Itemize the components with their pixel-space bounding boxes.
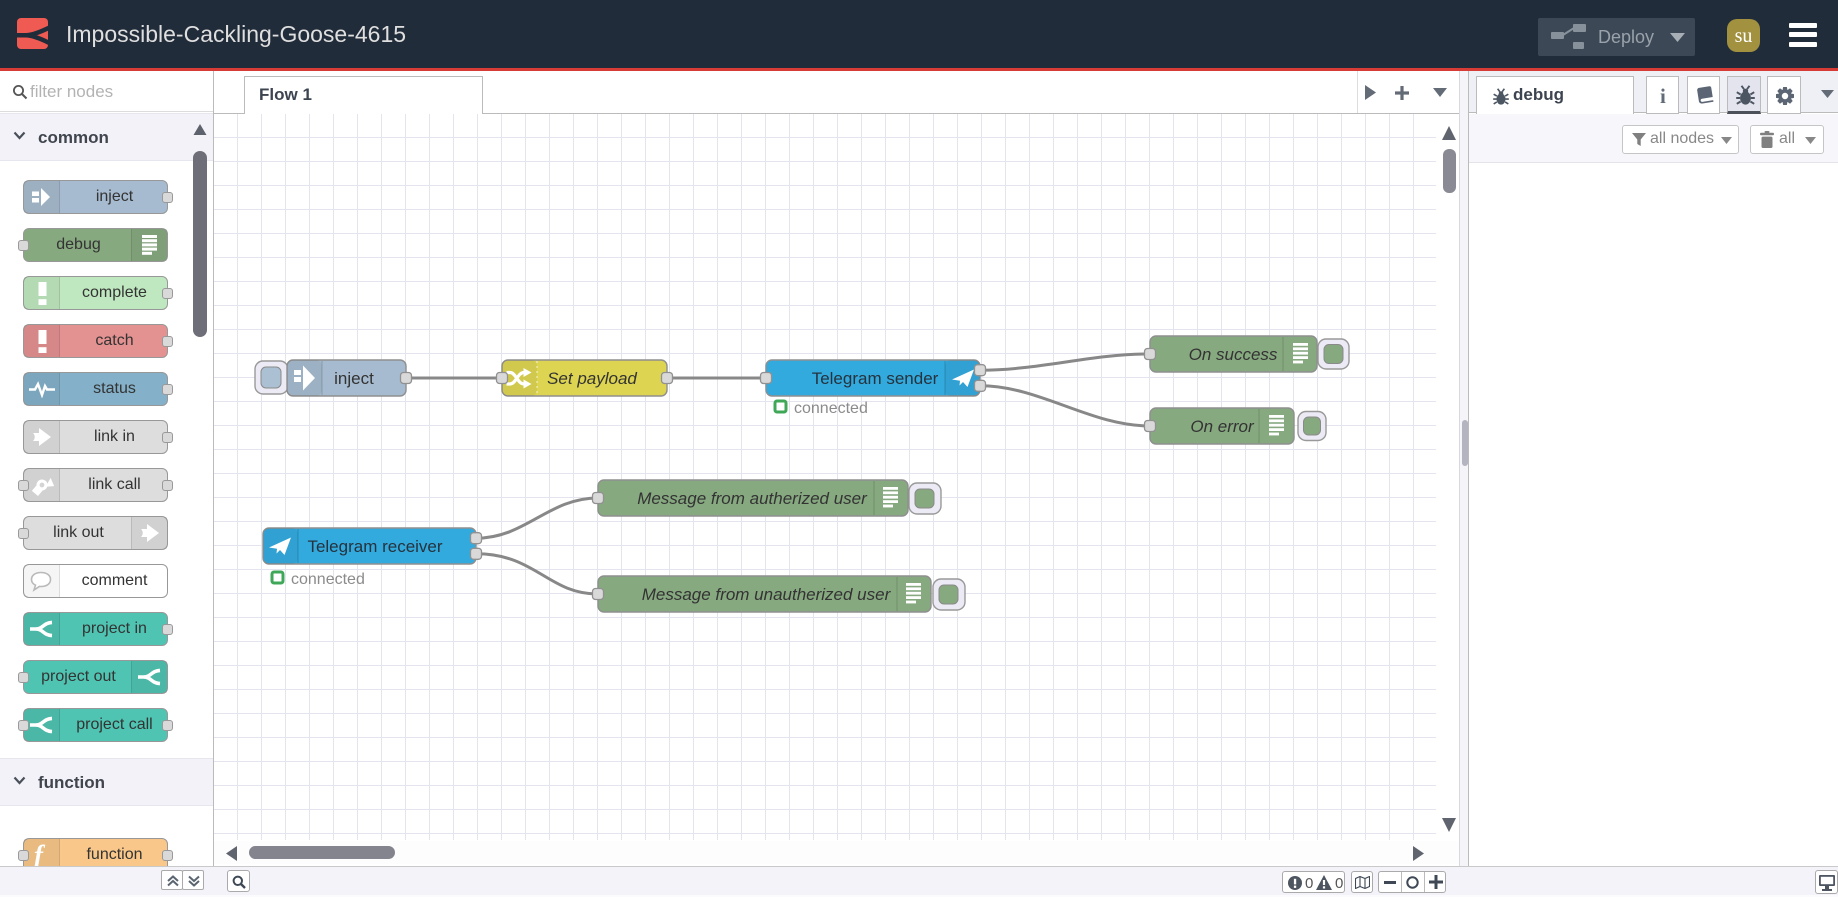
- svg-text:On error: On error: [1190, 417, 1255, 436]
- svg-text:connected: connected: [291, 571, 365, 588]
- svg-text:Set payload: Set payload: [547, 369, 637, 388]
- svg-text:inject: inject: [334, 369, 374, 388]
- svg-text:Message from unautherized user: Message from unautherized user: [642, 585, 892, 604]
- svg-text:connected: connected: [794, 400, 868, 417]
- svg-text:On success: On success: [1189, 345, 1278, 364]
- svg-text:Telegram sender: Telegram sender: [812, 369, 939, 388]
- svg-text:Telegram receiver: Telegram receiver: [307, 537, 442, 556]
- svg-text:Message from autherized user: Message from autherized user: [637, 489, 868, 508]
